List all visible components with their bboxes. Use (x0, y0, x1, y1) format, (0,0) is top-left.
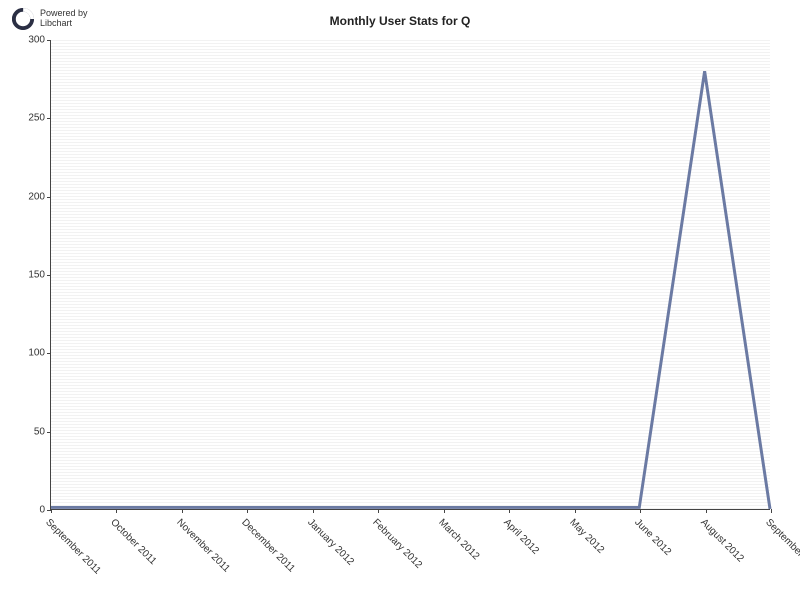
data-line (51, 71, 770, 509)
x-tick-label: October 2011 (109, 517, 159, 567)
x-tick-label: April 2012 (501, 517, 541, 557)
x-tick-label: June 2012 (632, 517, 673, 558)
x-tick-label: September 2012 (763, 517, 800, 577)
x-tick-label: November 2011 (174, 517, 232, 575)
x-tick-label: August 2012 (698, 517, 745, 564)
chart-title: Monthly User Stats for Q (0, 14, 800, 28)
line-series (51, 40, 770, 509)
x-tick-label: February 2012 (370, 517, 424, 571)
plot-area: 050100150200250300 September 2011October… (50, 40, 770, 510)
x-tick-label: May 2012 (567, 517, 606, 556)
x-tick-label: December 2011 (240, 517, 298, 575)
x-tick-label: March 2012 (436, 517, 481, 562)
x-tick-label: January 2012 (305, 517, 356, 568)
x-tick-label: September 2011 (43, 517, 103, 577)
